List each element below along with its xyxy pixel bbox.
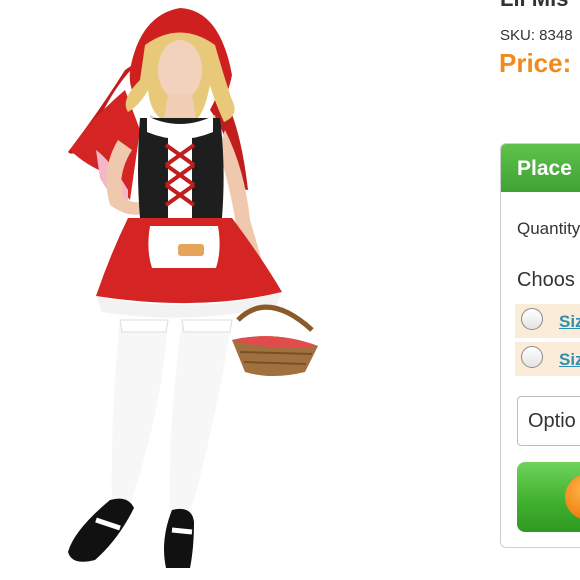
product-image[interactable] <box>0 0 360 580</box>
place-order-box: Place Quantity Choos Siz Siz Optio <box>500 143 580 548</box>
choose-size-label: Choos <box>517 269 575 291</box>
size-radio-2[interactable] <box>521 346 543 368</box>
cart-icon <box>565 474 580 520</box>
quantity-label: Quantity <box>517 219 580 238</box>
size-link-2[interactable]: Siz <box>559 350 580 370</box>
size-option-1[interactable]: Siz <box>515 304 580 338</box>
size-radio-1[interactable] <box>521 308 543 330</box>
product-page: Lil Mis SKU: 8348 Price: Place Quantity … <box>0 0 580 580</box>
costume-photo <box>68 8 318 568</box>
price-label: Price: <box>499 48 572 78</box>
size-link-1[interactable]: Siz <box>559 312 580 332</box>
add-to-cart-button[interactable] <box>517 462 580 532</box>
product-title: Lil Mis <box>500 0 568 12</box>
product-sku: SKU: 8348 <box>500 27 573 44</box>
place-order-header: Place <box>501 144 580 192</box>
options-select[interactable]: Optio <box>517 396 580 446</box>
size-option-2[interactable]: Siz <box>515 342 580 376</box>
